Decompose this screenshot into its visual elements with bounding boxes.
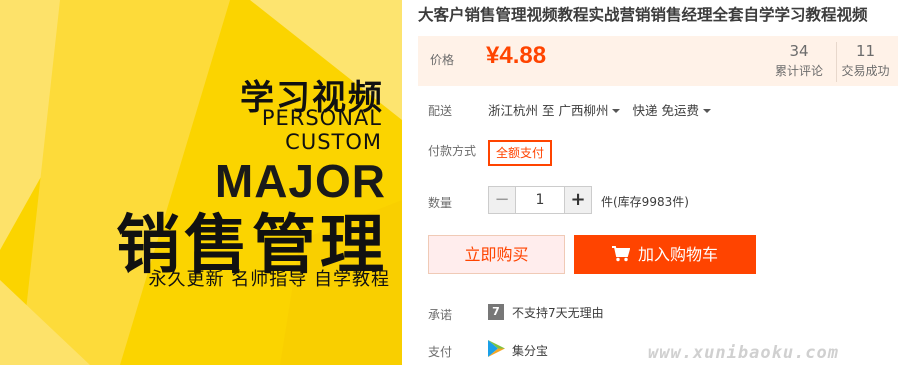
- pay-service-label: 支付: [428, 345, 453, 359]
- jifenbao-icon: [488, 340, 505, 357]
- quantity-decrease-button[interactable]: −: [488, 186, 516, 214]
- shipping-row: 浙江杭州 至 广西柳州 快递 免运费: [488, 100, 719, 119]
- seven-day-badge-icon: 7: [488, 304, 504, 320]
- quantity-label: 数量: [428, 196, 453, 210]
- promise-text: 不支持7天无理由: [512, 306, 604, 320]
- reviews-stat[interactable]: 34 累计评论: [770, 42, 828, 79]
- price-panel: 价格 ¥4.88 34 累计评论 11 交易成功: [418, 36, 898, 86]
- quantity-increase-button[interactable]: +: [564, 186, 592, 214]
- quantity-input[interactable]: 1: [516, 186, 564, 214]
- cart-icon: [611, 246, 631, 262]
- buy-now-button[interactable]: 立即购买: [428, 235, 565, 274]
- chevron-down-icon: [702, 108, 711, 113]
- quantity-stepper: − 1 +: [488, 186, 592, 214]
- add-to-cart-label: 加入购物车: [637, 245, 718, 264]
- payment-label: 付款方式: [428, 144, 477, 158]
- hero-line-custom: CUSTOM: [285, 130, 382, 154]
- price-value: ¥4.88: [486, 42, 547, 69]
- pay-service-text[interactable]: 集分宝: [512, 342, 548, 359]
- product-image: 学习视频 PERSONAL CUSTOM MAJOR 销售管理 永久更新 名师指…: [0, 0, 402, 365]
- shipping-label: 配送: [428, 104, 453, 118]
- price-label: 价格: [430, 53, 455, 67]
- add-to-cart-button[interactable]: 加入购物车: [574, 235, 756, 274]
- trades-stat: 11 交易成功: [836, 42, 894, 82]
- shipping-destination-select[interactable]: 广西柳州: [558, 103, 628, 118]
- product-title: 大客户销售管理视频教程实战营销销售经理全套自学学习教程视频: [418, 6, 868, 24]
- payment-option-full[interactable]: 全额支付: [488, 140, 553, 166]
- shipping-from: 浙江杭州 至: [488, 103, 555, 118]
- shipping-method-select[interactable]: 快递 免运费: [632, 103, 718, 118]
- shipping-method: 快递 免运费: [632, 103, 699, 118]
- trades-count: 11: [855, 42, 876, 60]
- stock-info: 件(库存9983件): [601, 195, 689, 209]
- reviews-label: 累计评论: [774, 64, 823, 78]
- chevron-down-icon: [612, 108, 621, 113]
- trades-label: 交易成功: [841, 64, 890, 78]
- hero-subtitle: 永久更新 名师指导 自学教程: [148, 269, 390, 290]
- hero-line-personal: PERSONAL: [261, 106, 382, 130]
- promise-label: 承诺: [428, 308, 453, 322]
- reviews-count: 34: [789, 42, 809, 60]
- shipping-destination: 广西柳州: [558, 103, 609, 118]
- watermark: www.xunibaoku.com: [648, 343, 839, 363]
